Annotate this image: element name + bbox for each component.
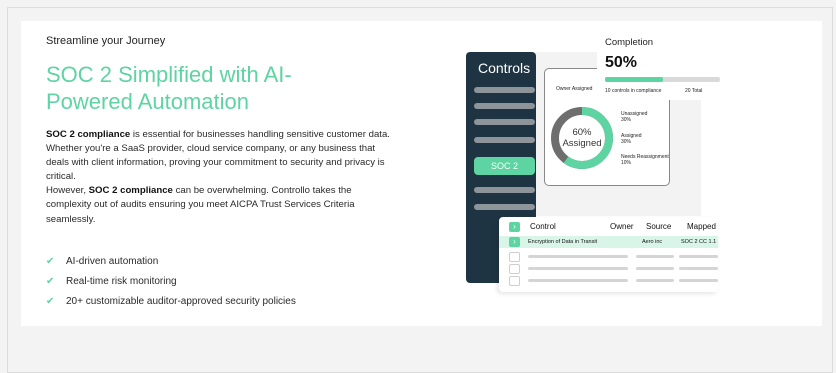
placeholder-line <box>636 267 674 270</box>
completion-value: 50% <box>605 54 638 71</box>
completion-total: 20 Total <box>685 88 703 94</box>
donut-center-value: 60% <box>572 127 592 138</box>
eyebrow-text: Streamline your Journey <box>46 35 166 47</box>
owner-assigned-label: Owner Assigned <box>556 86 593 92</box>
row-checkbox <box>509 276 520 286</box>
feature-item: ✔ 20+ customizable auditor-approved secur… <box>46 291 296 311</box>
feature-item: ✔ Real-time risk monitoring <box>46 271 296 291</box>
chevron-right-icon: › <box>509 237 520 247</box>
completion-title: Completion <box>605 37 654 48</box>
placeholder-line <box>679 279 718 282</box>
table-row <box>499 251 718 263</box>
table-header-row: › Control Owner Source Mapped <box>499 221 718 233</box>
placeholder-line <box>528 279 628 282</box>
legend-value: 30% <box>621 139 632 145</box>
completion-progress-fill <box>605 77 663 82</box>
hero-card: Streamline your Journey SOC 2 Simplified… <box>21 21 822 326</box>
legend-value: 10% <box>621 160 632 166</box>
para1-bold: SOC 2 compliance <box>46 129 131 140</box>
placeholder-line <box>636 255 674 258</box>
check-icon: ✔ <box>46 255 55 267</box>
controls-title: Controls <box>478 60 531 76</box>
row-checkbox <box>509 252 520 262</box>
feature-item: ✔ AI-driven automation <box>46 251 296 271</box>
table-row <box>499 275 718 287</box>
row-checkbox <box>509 264 520 274</box>
placeholder-bar <box>474 137 535 143</box>
placeholder-line <box>636 279 674 282</box>
para2-bold: SOC 2 compliance <box>88 185 173 197</box>
cell-owner: Aero inc <box>642 239 663 245</box>
placeholder-bar <box>474 187 535 193</box>
cell-control: Encryption of Data in Transit <box>528 239 598 245</box>
completion-progress <box>605 77 720 82</box>
donut-center: 60% Assigned <box>549 127 615 150</box>
donut-center-label: Assigned <box>562 138 602 149</box>
legend-item: Unassigned 30% <box>621 111 647 123</box>
placeholder-bar <box>474 204 535 210</box>
col-control: Control <box>530 222 556 231</box>
hero-headline: SOC 2 Simplified with AI- Powered Automa… <box>46 61 376 115</box>
placeholder-line <box>528 267 628 270</box>
completion-footer: 10 controls in compliance <box>605 88 662 94</box>
col-source: Source <box>646 222 672 231</box>
chevron-right-icon: › <box>509 222 520 232</box>
col-mapped: Mapped <box>687 222 716 231</box>
completion-card: Completion 50% 10 controls in compliance… <box>597 32 725 100</box>
feature-label: AI-driven automation <box>66 255 159 267</box>
hero-description: SOC 2 compliance is essential for busine… <box>46 128 391 227</box>
check-icon: ✔ <box>46 295 55 307</box>
legend-item: Needs Reassignment 10% <box>621 154 669 166</box>
placeholder-line <box>679 267 718 270</box>
feature-label: 20+ customizable auditor-approved securi… <box>66 295 296 307</box>
feature-list: ✔ AI-driven automation ✔ Real-time risk mo… <box>46 251 296 311</box>
legend-value: 30% <box>621 117 632 123</box>
placeholder-line <box>528 255 628 258</box>
check-icon: ✔ <box>46 275 55 287</box>
col-owner: Owner <box>610 222 634 231</box>
controls-table: › Control Owner Source Mapped › Encrypti… <box>499 217 718 292</box>
headline-line-2: Powered Automation <box>46 89 250 114</box>
placeholder-bar <box>474 119 535 125</box>
placeholder-bar <box>474 87 535 93</box>
placeholder-line <box>679 255 718 258</box>
legend-item: Assigned 30% <box>621 133 642 145</box>
placeholder-bar <box>474 103 535 109</box>
headline-line-1: SOC 2 Simplified with AI- <box>46 62 292 87</box>
cell-mapped: SOC 2 CC 1.1 <box>681 239 717 245</box>
table-row <box>499 263 718 275</box>
table-row[interactable]: › Encryption of Data in Transit Aero inc… <box>499 236 718 248</box>
feature-label: Real-time risk monitoring <box>66 275 177 287</box>
controls-item-soc2: SOC 2 <box>474 157 535 175</box>
para2-start: However, <box>46 185 89 197</box>
